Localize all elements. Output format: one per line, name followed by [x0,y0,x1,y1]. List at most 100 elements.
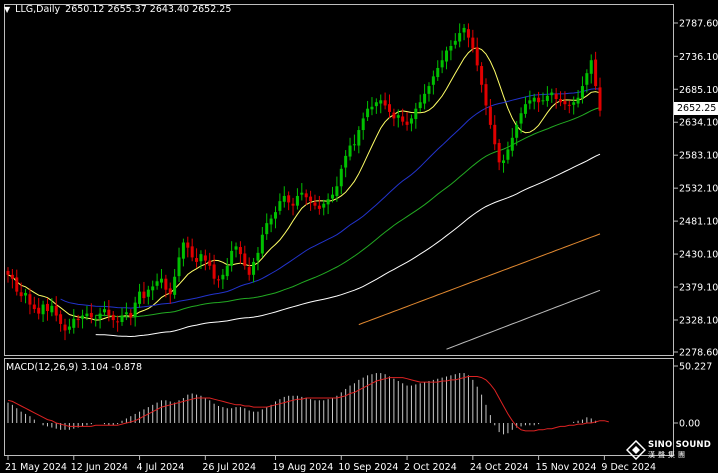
candle-body [146,289,150,297]
macd-histogram [7,373,609,435]
candle-body [265,223,269,235]
candle-body [138,291,142,304]
candle-body [116,321,120,323]
candle-body [6,270,10,275]
candle-body [89,312,93,318]
ohlc-values: 2650.12 2655.37 2643.40 2652.25 [65,4,232,15]
candle-body [159,278,163,283]
candle-body [488,106,492,125]
candle-body [449,46,453,51]
candle-body [309,196,313,202]
candle-body [164,278,168,290]
macd-indicator-label: MACD(12,26,9) 3.104 -0.878 [6,362,143,373]
date-tick-label: 15 Nov 2024 [536,462,597,473]
dropdown-triangle-icon[interactable]: ▼ [4,5,10,14]
date-tick-label: 21 May 2024 [5,462,67,473]
candle-body [554,93,558,100]
candle-body [173,276,177,295]
candle-body [567,104,571,106]
candle-body [502,160,506,164]
candle-body [580,86,584,98]
candle-body [252,261,256,275]
candle-body [247,267,251,275]
candle-body [111,314,115,321]
candle-body [528,100,532,104]
candle-body [484,84,488,106]
candle-body [331,194,335,199]
macd-signal-line [7,376,609,432]
date-tick-label: 4 Jul 2024 [137,462,185,473]
date-tick-label: 9 Dec 2024 [601,462,656,473]
candle-body [212,264,216,279]
sino-sound-logo: SINO SOUND 漢聲集團 [626,440,714,460]
candle-body [124,312,128,315]
price-tick-label: 2634.10 [679,118,718,129]
candle-body [545,95,549,101]
candle-body [357,130,361,146]
candle-body [379,100,383,104]
ma-medium-line [60,88,601,309]
price-tick-label: 2430.10 [679,250,718,261]
candle-body [37,307,41,314]
candle-body [352,144,356,146]
candle-body [335,186,339,196]
price-tick-label: 2481.10 [679,217,718,228]
candle-body [585,73,589,85]
candle-body [142,291,146,299]
candle-body [431,76,435,85]
candle-body [401,116,405,122]
price-tick-label: 2328.10 [679,316,718,327]
candle-body [366,108,370,118]
candle-body [225,265,229,277]
price-tick-label: 2787.60 [679,19,718,30]
candle-body [572,102,576,105]
candle-body [436,67,440,78]
price-tick-label: 2278.60 [679,348,718,359]
price-tick-label: 2379.10 [679,283,718,294]
candle-body [168,288,172,295]
candle-body [195,258,199,262]
candle-body [313,202,317,206]
candle-body [243,253,247,266]
candle-body [370,106,374,110]
candle-body [98,313,102,319]
candle-body [304,193,308,198]
ma-fast-line [7,47,601,321]
chart-header: ▼ LLG,Daily 2650.12 2655.37 2643.40 2652… [4,4,231,15]
date-tick-label: 19 Aug 2024 [272,462,333,473]
candle-body [76,318,80,321]
candle-body [594,59,598,87]
candle-body [396,115,400,118]
price-chart[interactable]: 2787.60 2736.10 2685.10 2634.10 2583.10 2532.… [0,0,718,473]
candle-body [598,87,602,111]
candle-body [300,192,304,195]
candle-body [238,247,242,255]
candle-body [462,27,466,33]
candle-body [203,255,207,261]
date-tick-label: 2 Oct 2024 [404,462,457,473]
date-tick-label: 24 Oct 2024 [470,462,529,473]
candle-body [576,97,580,104]
candle-body [278,201,282,211]
date-tick-label: 26 Jul 2024 [202,462,256,473]
chart-canvas[interactable]: 2787.60 2736.10 2685.10 2634.10 2583.10 2532.… [0,0,718,473]
logo-text: SINO SOUND [648,440,712,450]
candle-body [155,281,159,286]
candle-body [230,250,234,266]
candle-body [282,195,286,202]
macd-pane-frame [4,358,674,456]
candle-body [54,305,58,316]
candle-body [475,47,479,66]
ma-orange-line [358,233,601,326]
candle-body [550,92,554,96]
date-tick-label: 12 Jun 2024 [71,462,128,473]
candle-body [537,97,541,103]
candle-body [322,203,326,208]
candle-body [19,292,23,297]
candle-body [532,97,536,102]
candle-body [445,50,449,62]
candle-body [256,252,260,261]
candle-body [506,149,510,160]
macd-tick-label: 50.227 [679,362,712,373]
candle-body [440,60,444,68]
